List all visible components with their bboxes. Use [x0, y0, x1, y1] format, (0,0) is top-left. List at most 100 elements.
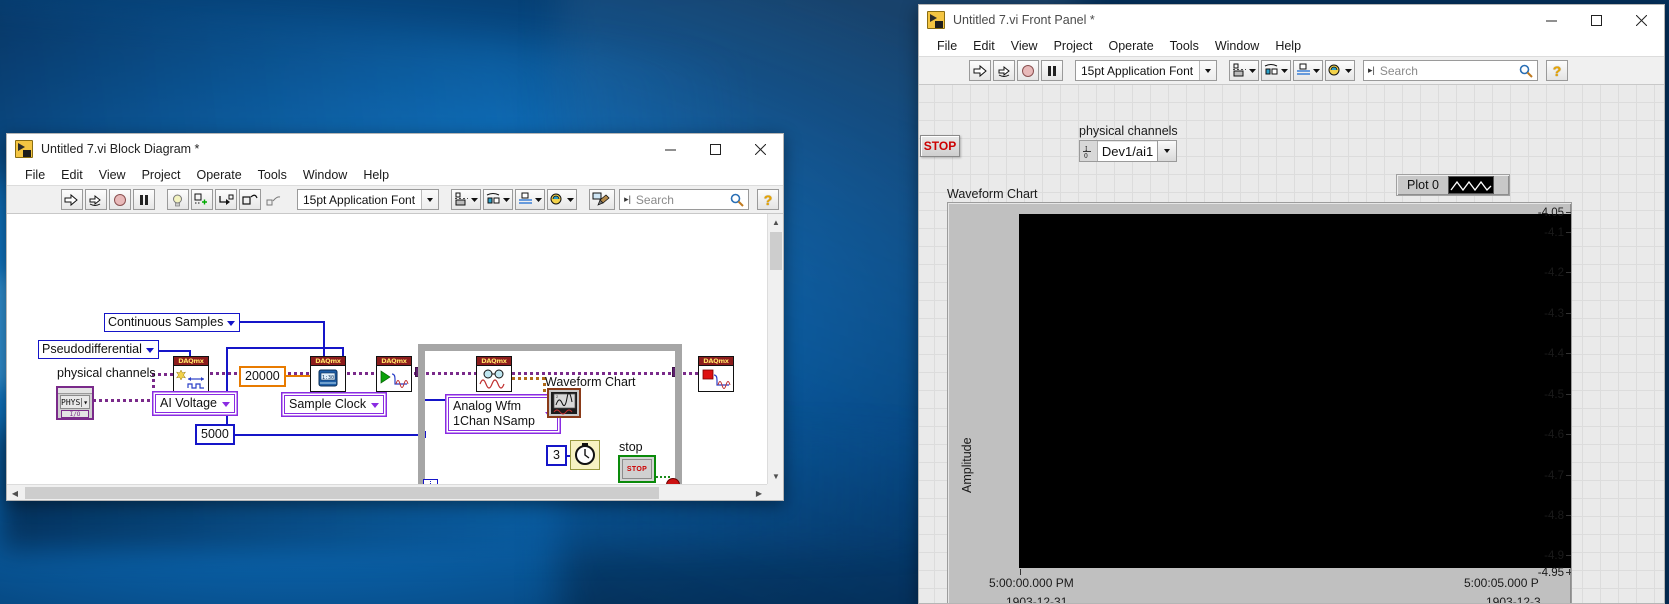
- menu-view[interactable]: View: [91, 167, 134, 183]
- vertical-scroll-thumb[interactable]: [770, 232, 782, 270]
- block-diagram-canvas[interactable]: i Continuous Samples Pseudodifferential …: [7, 214, 783, 500]
- daqmx-start-task-node[interactable]: DAQmx: [376, 356, 412, 392]
- font-selector[interactable]: 15pt Application Font: [296, 189, 440, 210]
- chevron-down-icon[interactable]: [1157, 141, 1176, 161]
- maximize-icon[interactable]: [693, 134, 738, 164]
- chevron-down-icon[interactable]: [227, 320, 236, 326]
- light-bulb-icon[interactable]: [166, 189, 189, 210]
- run-continuously-icon[interactable]: [993, 60, 1015, 81]
- reorder-icon[interactable]: [547, 189, 578, 210]
- physical-channels-terminal[interactable]: PHYS ▾ I/O: [56, 386, 94, 420]
- stop-button[interactable]: STOP: [920, 135, 960, 157]
- distribute-objects-icon[interactable]: [483, 189, 514, 210]
- menu-project[interactable]: Project: [134, 167, 189, 183]
- block-diagram-toolbar[interactable]: 15pt Application Font ▸| Search ?: [7, 185, 783, 214]
- block-diagram-window[interactable]: Untitled 7.vi Block Diagram * File Edit …: [6, 133, 784, 501]
- menu-file[interactable]: File: [17, 167, 53, 183]
- scroll-right-icon[interactable]: ▶: [751, 485, 767, 500]
- resize-objects-icon[interactable]: [515, 189, 546, 210]
- chevron-down-icon[interactable]: [421, 190, 439, 209]
- search-input[interactable]: ▸| Search: [1363, 60, 1538, 81]
- chevron-down-icon[interactable]: [145, 347, 154, 353]
- maximize-icon[interactable]: [1574, 5, 1619, 35]
- chart-plot-area[interactable]: [1019, 214, 1571, 568]
- scroll-left-icon[interactable]: ◀: [7, 485, 23, 500]
- chevron-down-icon[interactable]: [371, 402, 380, 408]
- context-help-icon[interactable]: ?: [757, 189, 780, 210]
- daqmx-clear-task-node[interactable]: DAQmx: [698, 356, 734, 392]
- close-icon[interactable]: [1619, 5, 1664, 35]
- menu-tools[interactable]: Tools: [1162, 38, 1207, 54]
- abort-execution-icon[interactable]: [108, 189, 131, 210]
- menu-window[interactable]: Window: [295, 167, 355, 183]
- align-objects-icon[interactable]: [1229, 60, 1260, 81]
- chevron-down-icon[interactable]: [1199, 61, 1217, 80]
- menu-operate[interactable]: Operate: [188, 167, 249, 183]
- step-over-icon[interactable]: [238, 189, 261, 210]
- constant-pseudodifferential[interactable]: Pseudodifferential: [38, 340, 159, 359]
- search-input[interactable]: ▸| Search: [619, 189, 750, 210]
- horizontal-scroll-thumb[interactable]: [25, 487, 659, 499]
- block-diagram-horizontal-scrollbar[interactable]: ◀ ▶: [7, 484, 767, 500]
- distribute-objects-icon[interactable]: [1261, 60, 1292, 81]
- front-panel-menubar[interactable]: File Edit View Project Operate Tools Win…: [919, 35, 1664, 56]
- menu-help[interactable]: Help: [355, 167, 397, 183]
- physical-channels-combo[interactable]: I0 Dev1/ai1: [1079, 140, 1177, 162]
- waveform-chart[interactable]: Amplitude -4.05 -4.1 -4.2 -4.3 -4.4 -4.5…: [947, 202, 1572, 603]
- front-panel-window[interactable]: Untitled 7.vi Front Panel * File Edit Vi…: [918, 4, 1665, 604]
- menu-help[interactable]: Help: [1267, 38, 1309, 54]
- front-panel-body[interactable]: STOP physical channels I0 Dev1/ai1 Wavef…: [919, 85, 1664, 603]
- run-arrow-icon[interactable]: [60, 189, 83, 210]
- plot-legend[interactable]: Plot 0: [1396, 174, 1510, 196]
- menu-view[interactable]: View: [1003, 38, 1046, 54]
- front-panel-window-controls[interactable]: [1529, 5, 1664, 35]
- wait-ms-timer-node[interactable]: [570, 440, 600, 470]
- minimize-icon[interactable]: [1529, 5, 1574, 35]
- pause-icon[interactable]: [132, 189, 155, 210]
- close-icon[interactable]: [738, 134, 783, 164]
- step-into-icon[interactable]: [214, 189, 237, 210]
- block-diagram-titlebar[interactable]: Untitled 7.vi Block Diagram *: [7, 134, 783, 164]
- stop-control-terminal[interactable]: STOP: [618, 455, 656, 483]
- polymorphic-selector-ai-voltage[interactable]: AI Voltage: [155, 394, 235, 413]
- chevron-down-icon[interactable]: [222, 401, 230, 407]
- daqmx-timing-node[interactable]: DAQmx 1:30: [310, 356, 346, 392]
- front-panel-titlebar[interactable]: Untitled 7.vi Front Panel *: [919, 5, 1664, 35]
- polymorphic-selector-sample-clock[interactable]: Sample Clock: [284, 395, 385, 414]
- menu-operate[interactable]: Operate: [1100, 38, 1161, 54]
- resize-objects-icon[interactable]: [1293, 60, 1324, 81]
- align-objects-icon[interactable]: [451, 189, 482, 210]
- step-out-icon[interactable]: [263, 189, 285, 210]
- scroll-up-icon[interactable]: ▲: [768, 214, 783, 230]
- pause-icon[interactable]: [1041, 60, 1063, 81]
- minimize-icon[interactable]: [648, 134, 693, 164]
- block-diagram-menubar[interactable]: File Edit View Project Operate Tools Win…: [7, 164, 783, 185]
- front-panel-toolbar[interactable]: 15pt Application Font ▸| Search ?: [919, 56, 1664, 85]
- waveform-chart-terminal[interactable]: 2: [547, 388, 581, 418]
- run-continuously-icon[interactable]: [84, 189, 107, 210]
- constant-rate[interactable]: 20000: [239, 366, 286, 387]
- menu-edit[interactable]: Edit: [965, 38, 1003, 54]
- reorder-icon[interactable]: [1325, 60, 1356, 81]
- menu-project[interactable]: Project: [1046, 38, 1101, 54]
- physical-channels-value[interactable]: Dev1/ai1: [1098, 141, 1157, 161]
- font-selector[interactable]: 15pt Application Font: [1075, 60, 1218, 81]
- waveform-line-icon[interactable]: [1447, 176, 1494, 194]
- block-diagram-vertical-scrollbar[interactable]: ▲ ▼: [767, 214, 783, 484]
- clean-up-diagram-icon[interactable]: [589, 189, 616, 210]
- block-diagram-window-controls[interactable]: [648, 134, 783, 164]
- menu-tools[interactable]: Tools: [250, 167, 295, 183]
- scroll-down-icon[interactable]: ▼: [768, 468, 783, 484]
- constant-continuous-samples[interactable]: Continuous Samples: [104, 313, 241, 332]
- abort-execution-icon[interactable]: [1017, 60, 1039, 81]
- polymorphic-selector-analog-wfm[interactable]: Analog Wfm 1Chan NSamp: [448, 397, 558, 431]
- menu-edit[interactable]: Edit: [53, 167, 91, 183]
- context-help-icon[interactable]: ?: [1546, 60, 1568, 81]
- menu-window[interactable]: Window: [1207, 38, 1267, 54]
- retain-wire-values-icon[interactable]: [190, 189, 213, 210]
- run-arrow-icon[interactable]: [969, 60, 991, 81]
- daqmx-read-node[interactable]: DAQmx: [476, 356, 512, 392]
- constant-samples-per-channel[interactable]: 5000: [195, 424, 235, 445]
- constant-wait-ms[interactable]: 3: [546, 445, 567, 466]
- daqmx-create-channel-node[interactable]: DAQmx: [173, 356, 209, 392]
